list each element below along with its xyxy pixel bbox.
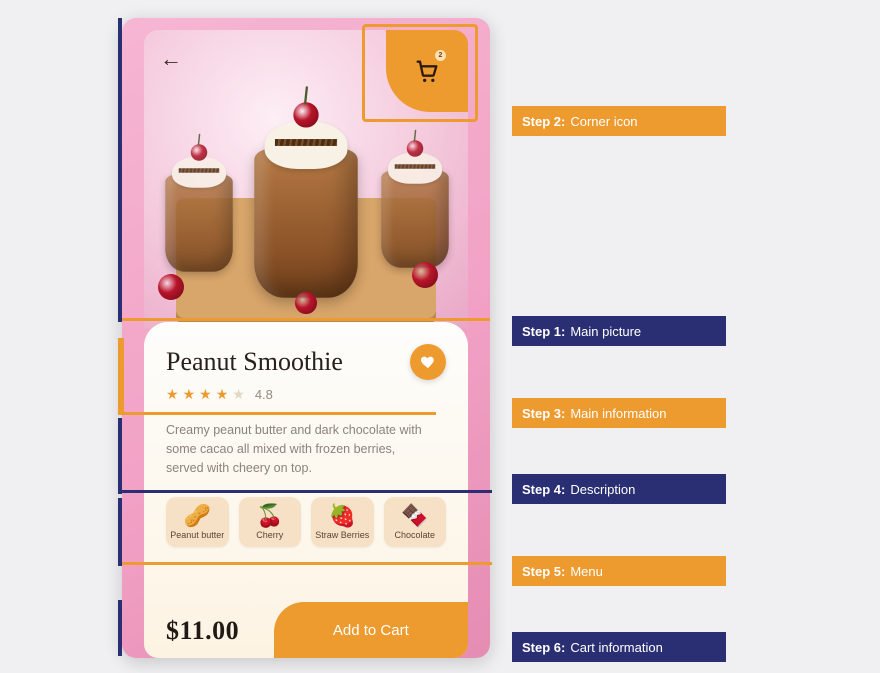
- ingredient-menu: 🥜 Peanut butter 🍒 Cherry 🍓 Straw Berries…: [166, 497, 446, 547]
- step-text: Description: [570, 482, 635, 497]
- ingredient-chocolate[interactable]: 🍫 Chocolate: [384, 497, 447, 547]
- cherry: [295, 292, 317, 314]
- product-title: Peanut Smoothie: [166, 347, 343, 377]
- cherry: [158, 274, 184, 300]
- chocolate-icon: 🍫: [401, 505, 428, 527]
- ingredient-peanut-butter[interactable]: 🥜 Peanut butter: [166, 497, 229, 547]
- step-prefix: Step 4:: [522, 482, 565, 497]
- add-to-cart-button[interactable]: Add to Cart: [274, 602, 468, 658]
- star-icon: ★: [216, 386, 229, 403]
- step-prefix: Step 3:: [522, 406, 565, 421]
- step5-label: Step 5: Menu: [512, 556, 726, 586]
- favorite-button[interactable]: [410, 344, 446, 380]
- ingredient-label: Straw Berries: [315, 531, 369, 541]
- step4-label: Step 4: Description: [512, 474, 726, 504]
- step2-label: Step 2: Corner icon: [512, 106, 726, 136]
- cart-badge: 2: [435, 50, 446, 61]
- peanut-icon: 🥜: [184, 505, 211, 527]
- step-text: Main information: [570, 406, 666, 421]
- phone-card: ← 2 Peanut Smoothie ★: [122, 18, 490, 658]
- step-prefix: Step 1:: [522, 324, 565, 339]
- star-icon: ★: [183, 386, 196, 403]
- step-prefix: Step 5:: [522, 564, 565, 579]
- star-icon: ★: [199, 386, 212, 403]
- rating-row: ★ ★ ★ ★ ★ 4.8: [166, 386, 446, 403]
- diagram-canvas: ← 2 Peanut Smoothie ★: [0, 0, 880, 673]
- step-text: Main picture: [570, 324, 641, 339]
- smoothie-jar-bg: [165, 174, 233, 272]
- smoothie-jar-bg: [381, 170, 449, 268]
- cart-icon: [413, 57, 441, 85]
- back-arrow-icon[interactable]: ←: [160, 46, 182, 72]
- detail-sheet: Peanut Smoothie ★ ★ ★ ★ ★ 4.8 Creamy pea…: [144, 322, 468, 658]
- product-description: Creamy peanut butter and dark chocolate …: [166, 421, 429, 477]
- ingredient-strawberries[interactable]: 🍓 Straw Berries: [311, 497, 374, 547]
- step-prefix: Step 6:: [522, 640, 565, 655]
- price-label: $11.00: [166, 616, 239, 646]
- step-text: Cart information: [570, 640, 662, 655]
- step1-label: Step 1: Main picture: [512, 316, 726, 346]
- rating-value: 4.8: [255, 387, 273, 402]
- main-picture: ← 2: [144, 30, 468, 328]
- step-text: Corner icon: [570, 114, 637, 129]
- step3-label: Step 3: Main information: [512, 398, 726, 428]
- cart-corner-button[interactable]: 2: [386, 30, 468, 112]
- cherry: [412, 262, 438, 288]
- cherry-icon: 🍒: [256, 505, 283, 527]
- ingredient-label: Chocolate: [394, 531, 435, 541]
- ingredient-label: Cherry: [256, 531, 283, 541]
- star-icon: ★: [166, 386, 179, 403]
- star-icon-empty: ★: [232, 386, 245, 403]
- step6-label: Step 6: Cart information: [512, 632, 726, 662]
- main-info-row: Peanut Smoothie: [166, 344, 446, 380]
- smoothie-jar-main: [254, 148, 358, 298]
- heart-icon: [420, 354, 436, 370]
- step-text: Menu: [570, 564, 603, 579]
- ingredient-cherry[interactable]: 🍒 Cherry: [239, 497, 302, 547]
- step-prefix: Step 2:: [522, 114, 565, 129]
- strawberry-icon: 🍓: [329, 505, 356, 527]
- ingredient-label: Peanut butter: [170, 531, 224, 541]
